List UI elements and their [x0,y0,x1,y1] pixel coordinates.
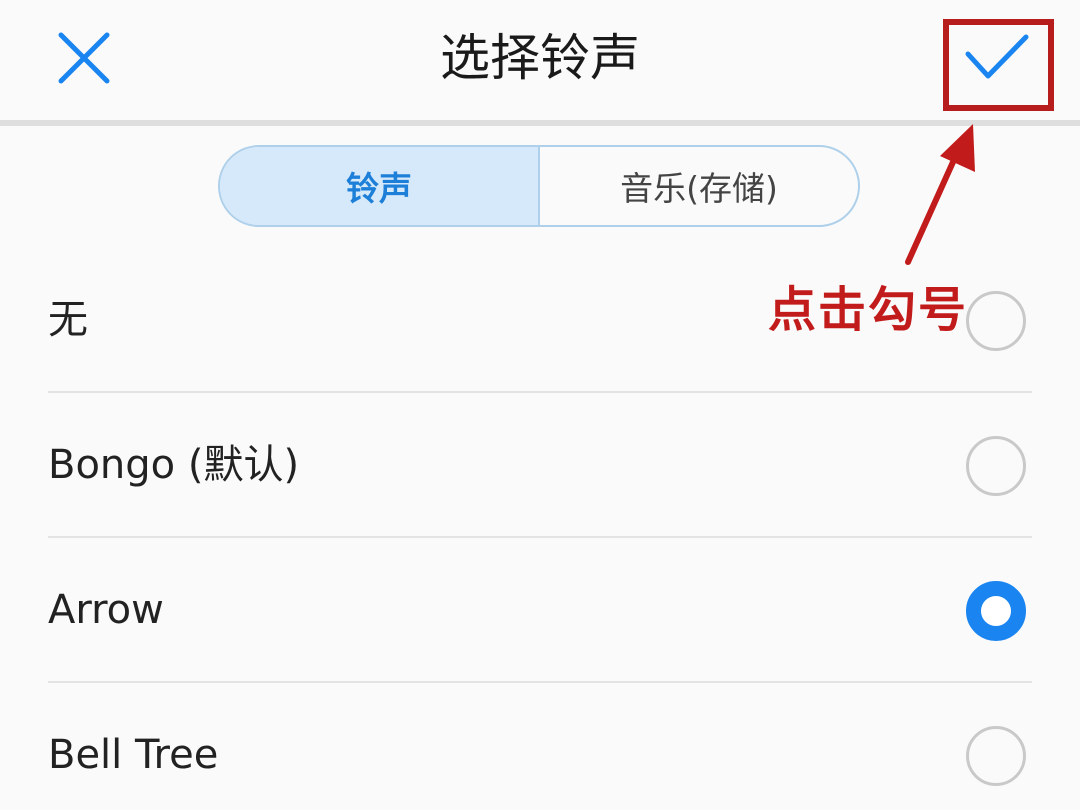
close-button[interactable] [44,18,124,98]
ringtone-picker-screen: 选择铃声 铃声 音乐(存储) 无 Bongo (默认) Arrow Bell T… [0,0,1080,810]
close-icon [58,32,110,84]
annotation-label: 点击勾号 [768,282,969,338]
list-item-label: 无 [48,297,88,343]
list-item-bongo[interactable]: Bongo (默认) [0,393,1080,538]
confirm-button[interactable] [955,20,1039,94]
checkmark-icon [965,34,1029,79]
list-item-label: Arrow [48,587,164,633]
radio-button-selected[interactable] [966,581,1026,641]
list-item-arrow[interactable]: Arrow [0,538,1080,683]
radio-button[interactable] [966,291,1026,351]
tab-ringtones[interactable]: 铃声 [220,147,540,225]
app-header: 选择铃声 [0,0,1080,120]
radio-button[interactable] [966,726,1026,786]
tab-music-storage[interactable]: 音乐(存储) [540,147,858,225]
segmented-tabs: 铃声 音乐(存储) [218,145,860,227]
radio-button[interactable] [966,436,1026,496]
list-item-label: Bongo (默认) [48,442,300,488]
list-item-bell-tree[interactable]: Bell Tree [0,683,1080,810]
header-divider [0,120,1080,126]
list-item-label: Bell Tree [48,732,219,778]
page-title: 选择铃声 [440,29,640,87]
